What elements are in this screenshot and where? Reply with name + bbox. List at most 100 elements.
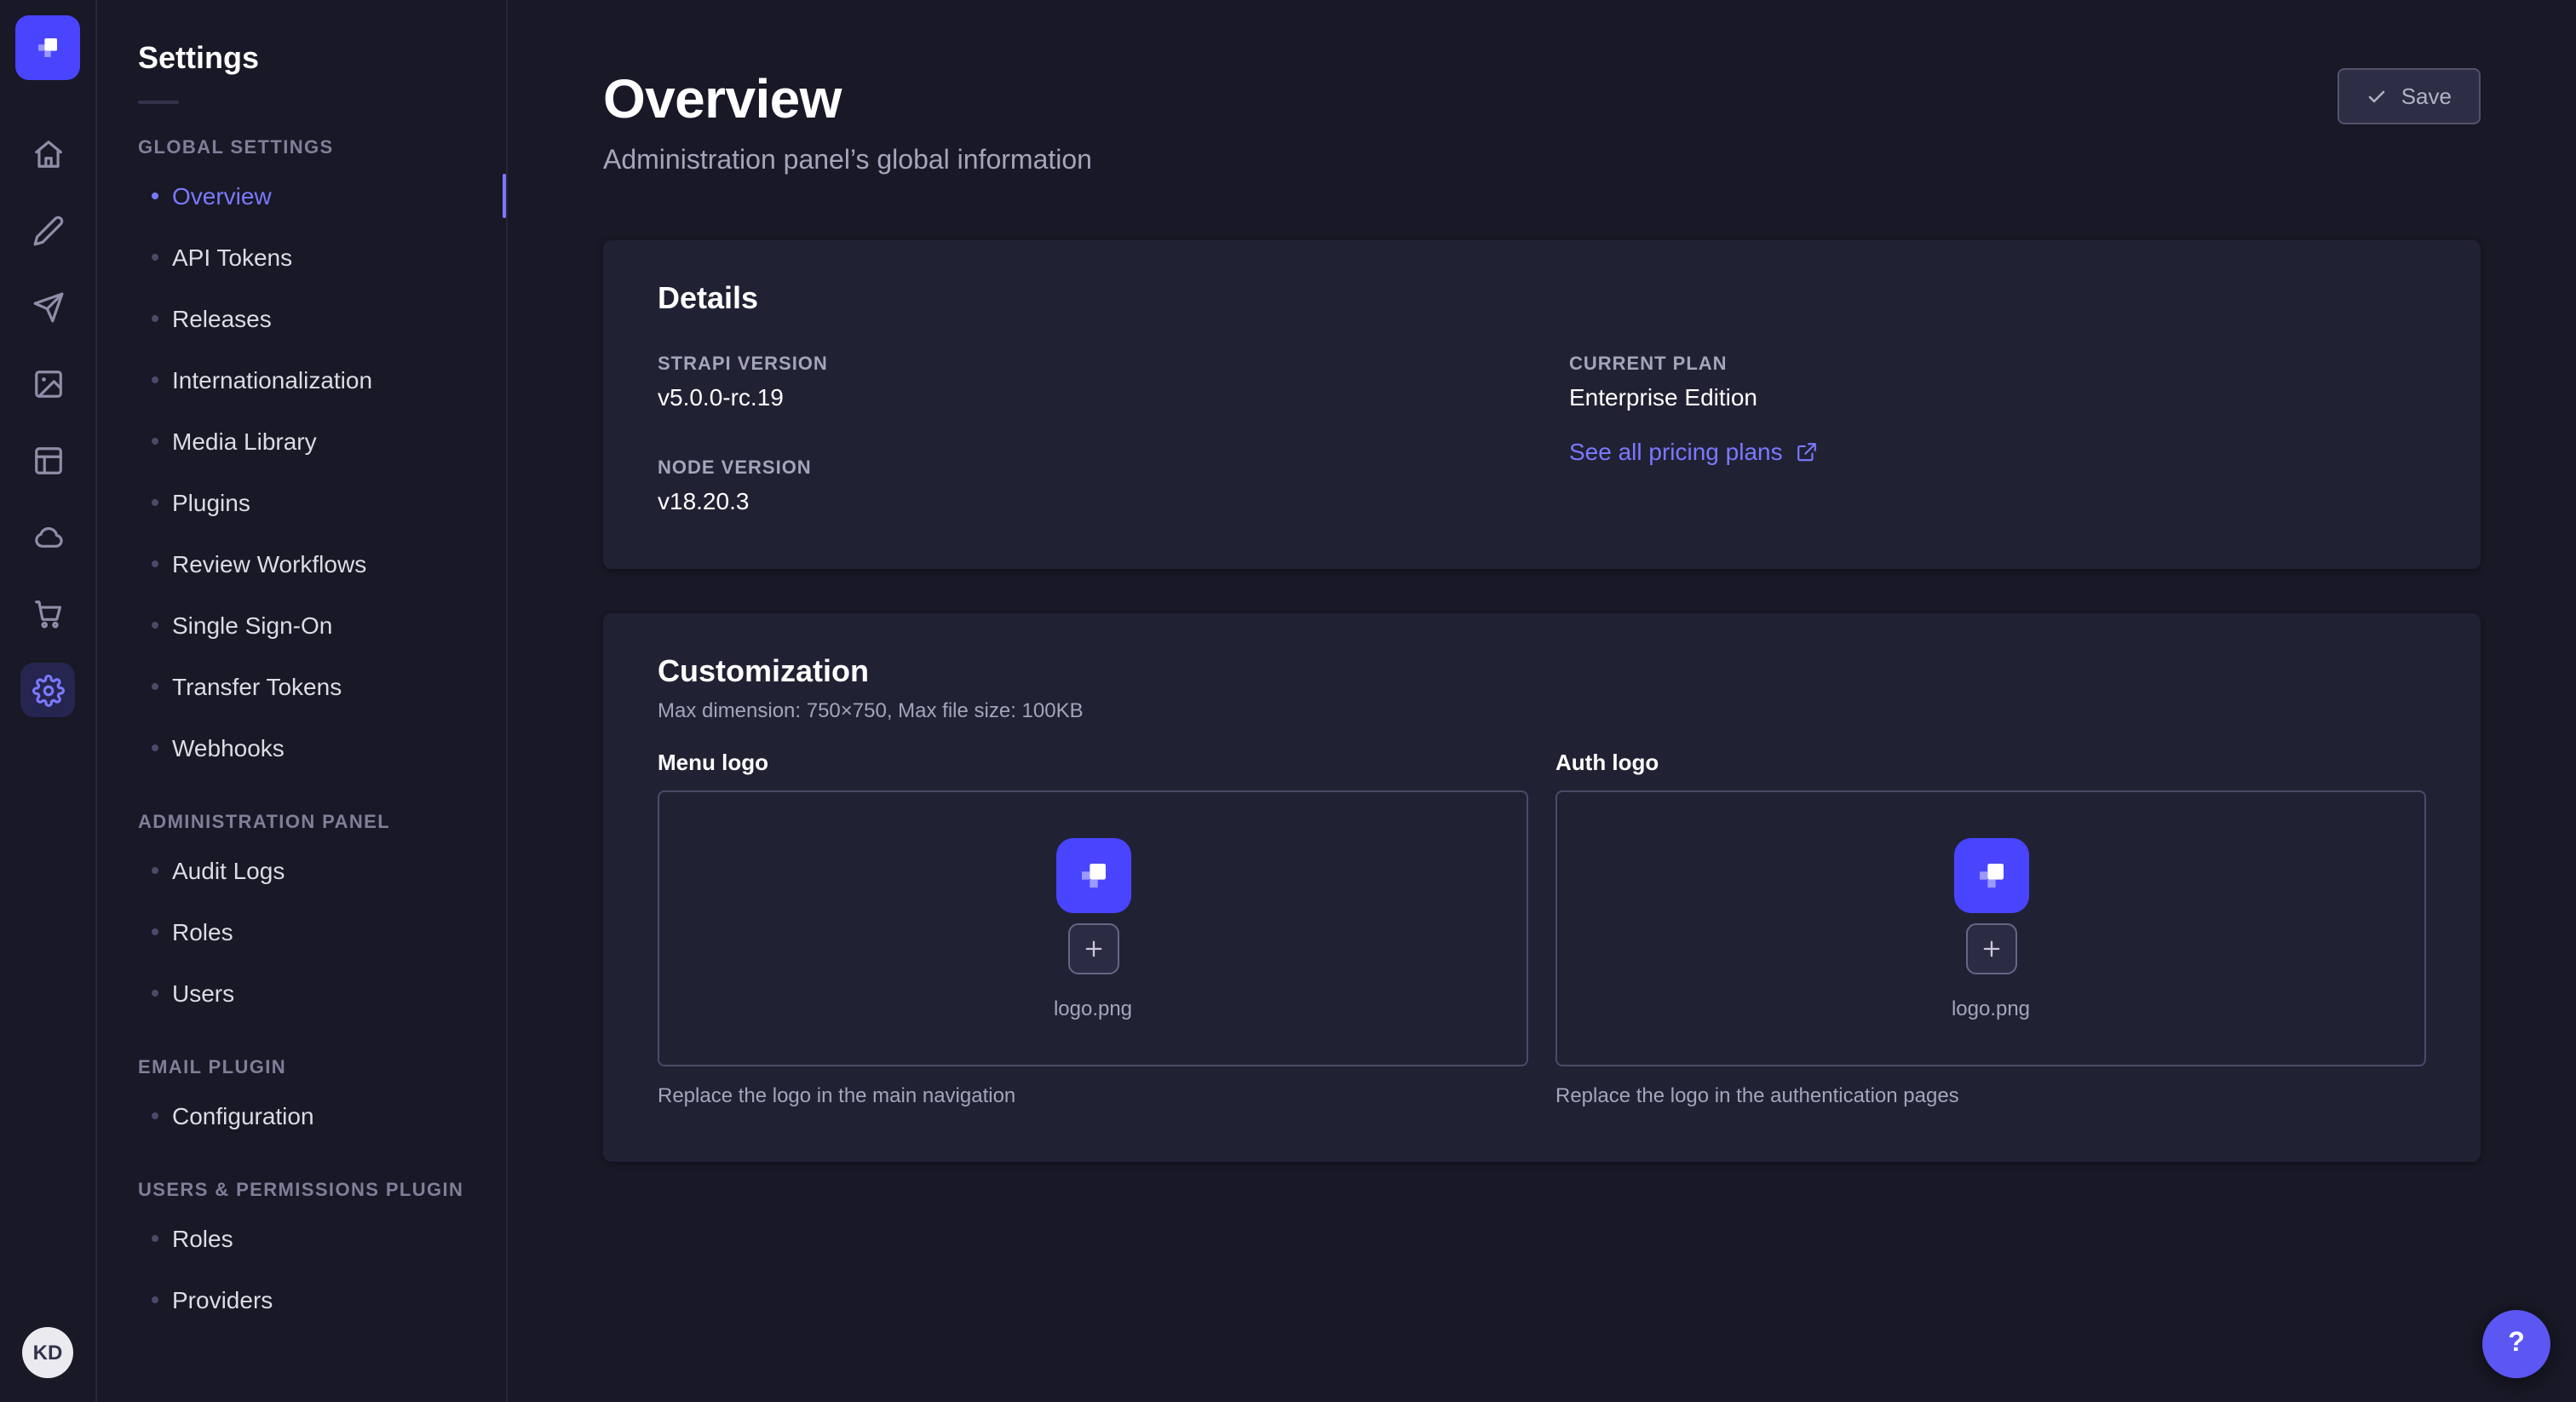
nav-media-library-button[interactable]	[20, 356, 75, 411]
rail-nav	[15, 126, 80, 717]
layout-icon	[32, 444, 64, 476]
section-label: USERS & PERMISSIONS PLUGIN	[138, 1181, 506, 1201]
paintbrush-icon	[32, 214, 64, 246]
details-card-title: Details	[658, 281, 2426, 317]
bullet-icon	[152, 867, 158, 874]
subnav-item-label: Overview	[172, 182, 272, 210]
menu-logo-caption: Replace the logo in the main navigation	[658, 1083, 1528, 1107]
menu-logo-add-button[interactable]	[1067, 922, 1118, 974]
details-card: Details STRAPI VERSION v5.0.0-rc.19 NODE…	[603, 240, 2481, 569]
bullet-icon	[152, 376, 158, 383]
plus-icon	[1979, 936, 2003, 960]
subnav-item-up-providers[interactable]: Providers	[97, 1269, 506, 1330]
auth-logo-caption: Replace the logo in the authentication p…	[1555, 1083, 2426, 1107]
nav-home-button[interactable]	[20, 126, 75, 181]
auth-logo-dropzone[interactable]: logo.png	[1555, 790, 2426, 1066]
subnav-item-label: Audit Logs	[172, 857, 285, 884]
save-button-label: Save	[2401, 83, 2452, 109]
bullet-icon	[152, 499, 158, 506]
nav-cloud-button[interactable]	[20, 509, 75, 564]
strapi-version-field: STRAPI VERSION v5.0.0-rc.19	[658, 354, 1515, 411]
subnav-item-label: Internationalization	[172, 366, 372, 394]
bullet-icon	[152, 1296, 158, 1303]
subnav-item-media-library[interactable]: Media Library	[97, 411, 506, 472]
subnav-item-api-tokens[interactable]: API Tokens	[97, 227, 506, 288]
nav-settings-button[interactable]	[20, 663, 75, 717]
customization-card: Customization Max dimension: 750×750, Ma…	[603, 613, 2481, 1162]
bullet-icon	[152, 192, 158, 199]
home-icon	[32, 137, 64, 170]
strapi-logo-button[interactable]	[15, 15, 80, 80]
subnav-item-review-workflows[interactable]: Review Workflows	[97, 533, 506, 595]
subnav-item-releases[interactable]: Releases	[97, 288, 506, 349]
subnav-item-label: Plugins	[172, 489, 250, 516]
subnav-item-admin-roles[interactable]: Roles	[97, 901, 506, 962]
current-plan-field: CURRENT PLAN Enterprise Edition	[1569, 354, 2426, 411]
auth-logo-add-button[interactable]	[1965, 922, 2016, 974]
strapi-logo-icon	[1967, 851, 2015, 899]
menu-logo-dropzone[interactable]: logo.png	[658, 790, 1528, 1066]
bullet-icon	[152, 744, 158, 751]
subnav-item-label: Transfer Tokens	[172, 673, 342, 700]
subnav-item-admin-users[interactable]: Users	[97, 962, 506, 1024]
subnav-item-label: Media Library	[172, 428, 317, 455]
bullet-icon	[152, 990, 158, 997]
menu-logo-filename: logo.png	[1054, 996, 1132, 1020]
upload-label: Auth logo	[1555, 750, 2426, 775]
cart-icon	[32, 597, 64, 629]
subnav-item-label: Providers	[172, 1286, 273, 1313]
subnav-item-audit-logs[interactable]: Audit Logs	[97, 840, 506, 901]
subnav-item-label: Roles	[172, 918, 233, 945]
section-label: ADMINISTRATION PANEL	[138, 813, 506, 833]
customization-constraints: Max dimension: 750×750, Max file size: 1…	[658, 698, 2426, 722]
subnav-item-label: Configuration	[172, 1102, 314, 1129]
check-icon	[2367, 86, 2388, 106]
subnav-item-up-roles[interactable]: Roles	[97, 1208, 506, 1269]
nav-deploy-button[interactable]	[20, 279, 75, 334]
section-administration-panel: ADMINISTRATION PANEL Audit Logs Roles Us…	[97, 813, 506, 1024]
subnav-item-plugins[interactable]: Plugins	[97, 472, 506, 533]
question-mark-icon: ?	[2508, 1329, 2525, 1359]
pricing-plans-link[interactable]: See all pricing plans	[1569, 438, 1819, 465]
field-label: STRAPI VERSION	[658, 354, 1515, 375]
settings-subnav: Settings GLOBAL SETTINGS Overview API To…	[97, 0, 508, 1402]
nav-content-manager-button[interactable]	[20, 433, 75, 487]
subnav-item-overview[interactable]: Overview	[97, 165, 506, 227]
subnav-item-webhooks[interactable]: Webhooks	[97, 717, 506, 779]
menu-logo-preview	[1055, 837, 1130, 912]
bullet-icon	[152, 315, 158, 322]
field-value: Enterprise Edition	[1569, 383, 2426, 411]
subnav-item-email-configuration[interactable]: Configuration	[97, 1085, 506, 1146]
bullet-icon	[152, 560, 158, 567]
help-button[interactable]: ?	[2482, 1310, 2550, 1378]
nav-marketplace-button[interactable]	[20, 586, 75, 641]
section-email-plugin: EMAIL PLUGIN Configuration	[97, 1058, 506, 1146]
strapi-logo-icon	[1069, 851, 1117, 899]
save-button[interactable]: Save	[2338, 68, 2481, 124]
bullet-icon	[152, 1235, 158, 1242]
bullet-icon	[152, 254, 158, 261]
details-grid: STRAPI VERSION v5.0.0-rc.19 NODE VERSION…	[658, 354, 2426, 514]
subnav-item-label: Users	[172, 980, 234, 1007]
bullet-icon	[152, 683, 158, 690]
user-avatar[interactable]: KD	[22, 1327, 73, 1378]
nav-content-builder-button[interactable]	[20, 203, 75, 257]
auth-logo-filename: logo.png	[1952, 996, 2030, 1020]
field-label: CURRENT PLAN	[1569, 354, 2426, 375]
section-label: EMAIL PLUGIN	[138, 1058, 506, 1078]
strapi-logo-icon	[29, 29, 66, 66]
plus-icon	[1081, 936, 1105, 960]
main-nav-rail: KD	[0, 0, 97, 1402]
subnav-item-single-sign-on[interactable]: Single Sign-On	[97, 595, 506, 656]
upload-label: Menu logo	[658, 750, 1528, 775]
subnav-item-internationalization[interactable]: Internationalization	[97, 349, 506, 411]
menu-logo-upload: Menu logo	[658, 750, 1528, 1107]
field-value: v18.20.3	[658, 487, 1515, 514]
bullet-icon	[152, 1112, 158, 1119]
page-header: Overview Administration panel’s global i…	[603, 68, 2481, 177]
customization-card-title: Customization	[658, 654, 2426, 690]
field-value: v5.0.0-rc.19	[658, 383, 1515, 411]
page-title: Overview	[603, 68, 1092, 131]
subnav-item-transfer-tokens[interactable]: Transfer Tokens	[97, 656, 506, 717]
media-library-icon	[32, 367, 64, 399]
